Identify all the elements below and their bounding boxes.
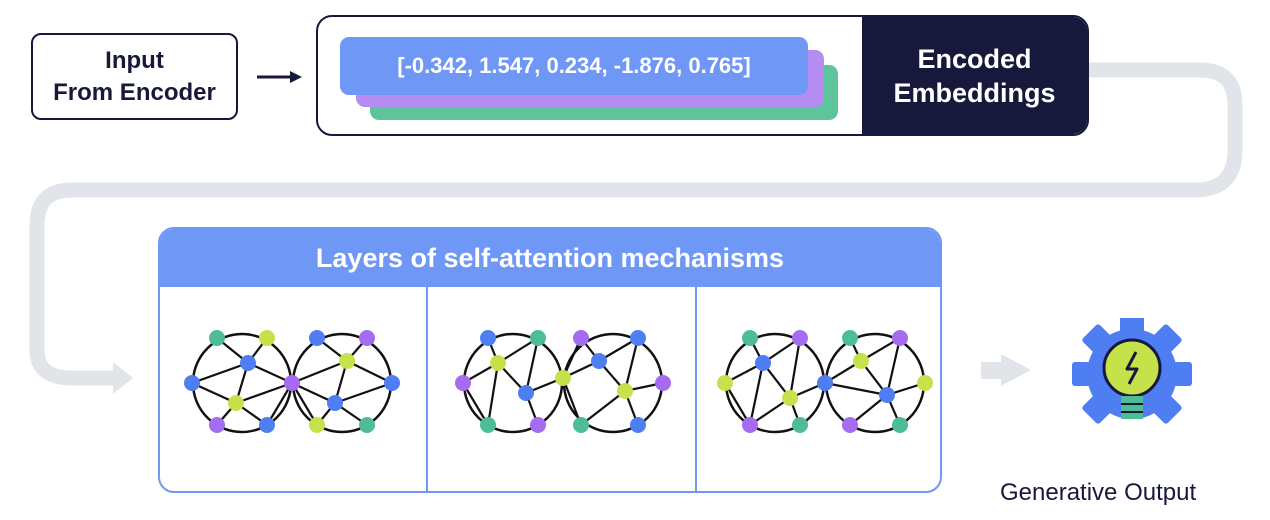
network-node: [309, 417, 325, 433]
network-node: [717, 375, 733, 391]
encoded-embeddings-label: Encoded Embeddings: [893, 43, 1056, 108]
network-ring: [824, 332, 926, 434]
network-node: [782, 390, 798, 406]
network-node: [655, 375, 671, 391]
network-edge: [788, 337, 802, 399]
network-node: [384, 375, 400, 391]
network-edge: [191, 361, 249, 385]
input-from-encoder-box: Input From Encoder: [31, 33, 238, 120]
network-edge: [885, 337, 902, 396]
connector-arrowhead-icon: [113, 362, 133, 394]
network-edge: [824, 381, 888, 397]
network-node: [259, 417, 275, 433]
network-node: [339, 353, 355, 369]
network-node: [184, 375, 200, 391]
network-node: [530, 417, 546, 433]
lightbulb-gear-icon: [1072, 318, 1192, 424]
embedding-vector: [-0.342, 1.547, 0.234, -1.876, 0.765]: [397, 53, 751, 78]
network-node: [573, 417, 589, 433]
encoded-embeddings-label-panel: Encoded Embeddings: [862, 17, 1087, 134]
network-node: [490, 355, 506, 371]
network-node: [792, 417, 808, 433]
network-node: [591, 353, 607, 369]
network-node: [555, 370, 571, 386]
network-edge: [486, 362, 500, 426]
network-node: [573, 330, 589, 346]
encoded-embeddings-box: [-0.342, 1.547, 0.234, -1.876, 0.765] En…: [316, 15, 1089, 136]
arrow-to-output-icon: [981, 354, 1031, 386]
network-node: [480, 417, 496, 433]
attention-networks: [184, 330, 933, 434]
network-node: [359, 330, 375, 346]
network-node: [359, 417, 375, 433]
attention-network-3: [717, 330, 933, 434]
network-node: [630, 417, 646, 433]
network-edge: [334, 381, 393, 405]
network-edge: [291, 359, 348, 385]
network-node: [755, 355, 771, 371]
network-edge: [748, 362, 765, 426]
input-label: Input From Encoder: [53, 46, 216, 106]
network-node: [209, 417, 225, 433]
network-edge: [524, 337, 540, 394]
network-node: [259, 330, 275, 346]
network-node: [455, 375, 471, 391]
embedding-vector-card: [-0.342, 1.547, 0.234, -1.876, 0.765]: [340, 37, 808, 95]
network-node: [518, 385, 534, 401]
network-node: [842, 417, 858, 433]
network-node: [742, 417, 758, 433]
self-attention-panel: Layers of self-attention mechanisms: [158, 227, 942, 493]
network-node: [892, 417, 908, 433]
network-node: [617, 383, 633, 399]
attention-network-1: [184, 330, 400, 434]
network-node: [209, 330, 225, 346]
network-node: [630, 330, 646, 346]
network-node: [240, 355, 256, 371]
generative-output-label: Generative Output: [1000, 479, 1197, 506]
network-ring: [724, 332, 826, 434]
arrow-right-icon: [257, 71, 302, 83]
network-node: [742, 330, 758, 346]
attention-network-2: [455, 330, 671, 434]
network-ring: [462, 332, 564, 434]
network-edge: [623, 337, 640, 392]
network-node: [842, 330, 858, 346]
network-ring: [291, 332, 393, 434]
network-node: [792, 330, 808, 346]
network-node: [917, 375, 933, 391]
network-node: [879, 387, 895, 403]
network-node: [327, 395, 343, 411]
network-node: [817, 375, 833, 391]
network-edge: [580, 390, 626, 426]
network-edge: [235, 381, 293, 405]
network-node: [284, 375, 300, 391]
network-node: [309, 330, 325, 346]
network-node: [480, 330, 496, 346]
network-node: [530, 330, 546, 346]
network-node: [228, 395, 244, 411]
network-node: [892, 330, 908, 346]
network-node: [853, 353, 869, 369]
